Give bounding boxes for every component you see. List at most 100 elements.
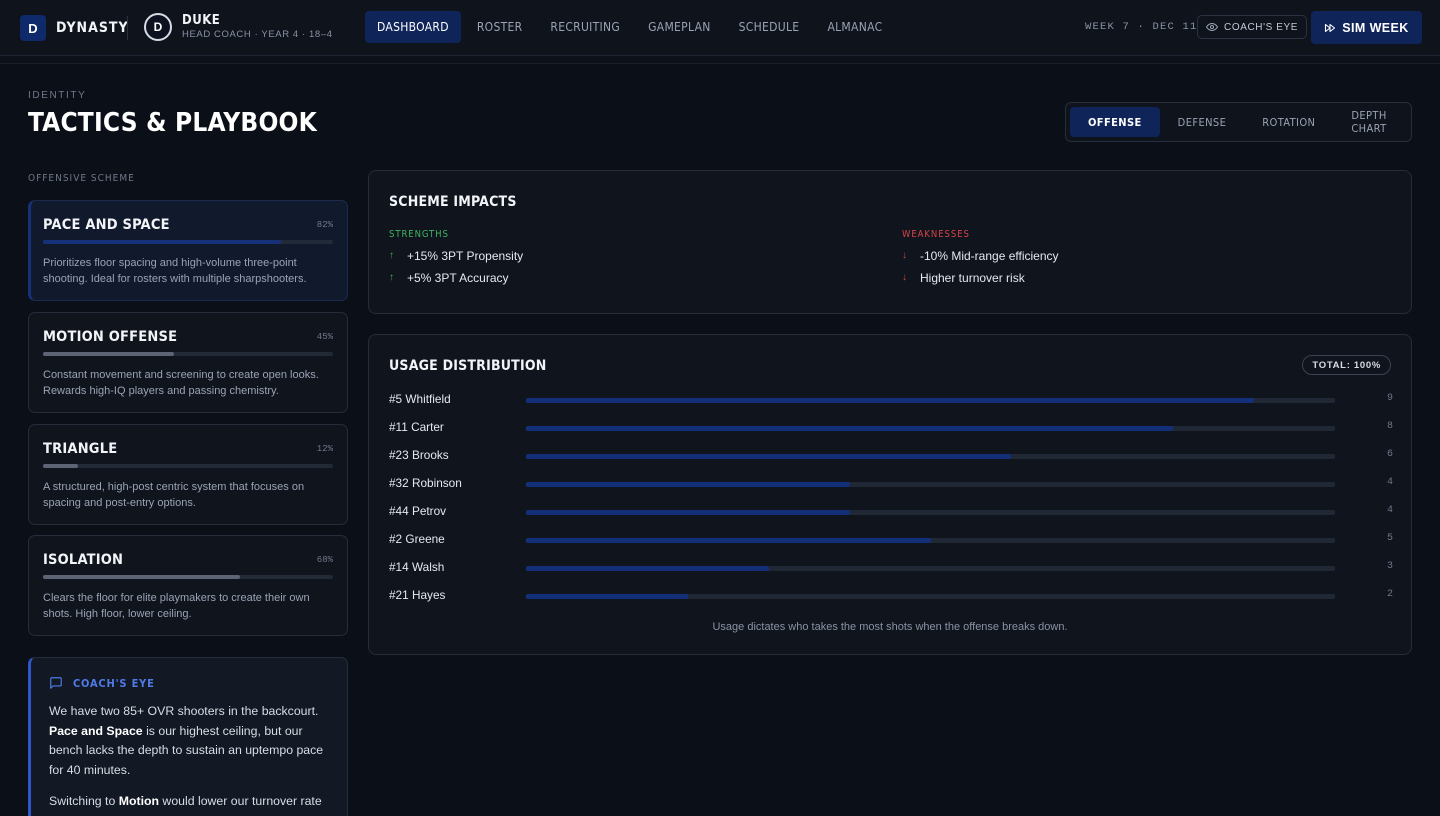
scheme-fit-percent: 12% [316,444,333,454]
strength-item: ↑ +5% 3PT Accuracy [389,270,523,285]
coach-eye-title: COACH'S EYE [73,676,155,690]
coach-eye-text: We have two 85+ OVR shooters in the back… [49,704,319,718]
nav-almanac[interactable]: ALMANAC [815,11,894,43]
player-name: #2 Greene [389,532,445,546]
scheme-name: TRIANGLE [43,441,118,457]
usage-fill [526,594,688,599]
scheme-fit-percent: 45% [316,332,333,342]
brand-logo: D [20,15,46,41]
scheme-name: MOTION OFFENSE [43,329,178,345]
usage-track[interactable] [526,566,1335,571]
player-name: #21 Hayes [389,588,446,602]
usage-row[interactable]: #14 Walsh 3 [389,560,1393,576]
tactics-tabs: OFFENSE DEFENSE ROTATION DEPTH CHART [1065,102,1412,142]
usage-track[interactable] [526,454,1335,459]
usage-distribution-panel: USAGE DISTRIBUTION TOTAL: 100% #5 Whitfi… [368,334,1412,655]
scheme-description: Clears the floor for elite playmakers to… [43,592,310,620]
team-info[interactable]: D DUKE HEAD COACH · YEAR 4 · 18–4 [144,13,333,41]
scheme-section-label: OFFENSIVE SCHEME [28,173,135,184]
usage-track[interactable] [526,510,1335,515]
scheme-card-isolation[interactable]: ISOLATION 68% Clears the floor for elite… [28,535,348,636]
usage-row[interactable]: #23 Brooks 6 [389,448,1393,464]
usage-title: USAGE DISTRIBUTION [389,358,547,374]
usage-track[interactable] [526,426,1335,431]
nav-gameplan[interactable]: GAMEPLAN [636,11,723,43]
nav-roster[interactable]: ROSTER [465,11,535,43]
strengths-column: STRENGTHS ↑ +15% 3PT Propensity ↑ +5% 3PT … [389,229,524,285]
usage-row[interactable]: #32 Robinson 4 [389,476,1393,492]
usage-fill [526,538,931,543]
tab-depth-chart[interactable]: DEPTH CHART [1333,107,1407,137]
scheme-card-pace-and-space[interactable]: PACE AND SPACE 82% Prioritizes floor spa… [28,200,348,301]
player-name: #5 Whitfield [389,392,451,406]
scheme-fit-fill [43,575,241,579]
usage-fill [526,426,1174,431]
scheme-card-triangle[interactable]: TRIANGLE 12% A structured, high-post cen… [28,424,348,525]
usage-footnote: Usage dictates who takes the most shots … [712,621,1068,633]
weaknesses-column: WEAKNESSES ↓ -10% Mid-range efficiency ↓ H… [902,229,1059,285]
weakness-text: -10% Mid-range efficiency [920,248,1059,263]
tab-defense[interactable]: DEFENSE [1160,107,1245,137]
usage-value: 9 [1386,393,1393,404]
arrow-up-icon: ↑ [389,272,394,283]
coach-eye-paragraph: We have two 85+ OVR shooters in the back… [49,702,333,780]
usage-row[interactable]: #2 Greene 5 [389,532,1393,548]
player-name: #14 Walsh [389,560,445,574]
scheme-description: Constant movement and screening to creat… [43,369,319,397]
usage-row[interactable]: #21 Hayes 2 [389,588,1393,604]
usage-track[interactable] [526,538,1335,543]
brand[interactable]: D DYNASTY [20,15,129,41]
player-name: #44 Petrov [389,504,447,518]
scheme-card-motion-offense[interactable]: MOTION OFFENSE 45% Constant movement and… [28,312,348,413]
tab-rotation[interactable]: ROTATION [1244,107,1333,137]
page-eyebrow: IDENTITY [28,90,87,101]
sim-week-button[interactable]: SIM WEEK [1311,11,1422,44]
weakness-item: ↓ Higher turnover risk [902,271,1059,285]
coach-eye-button-label: COACH'S EYE [1224,21,1299,33]
player-name: #11 Carter [389,420,444,434]
main-nav: DASHBOARD ROSTER RECRUITING GAMEPLAN SCH… [365,11,898,43]
scheme-name: PACE AND SPACE [43,217,170,233]
usage-fill [526,566,769,571]
coach-eye-body: We have two 85+ OVR shooters in the back… [49,702,333,812]
coach-eye-text: would lower our turnover rate [159,794,322,808]
strengths-label: STRENGTHS [389,229,449,240]
scheme-fit-bar [43,240,333,244]
strength-text: +5% 3PT Accuracy [407,270,509,285]
usage-row[interactable]: #5 Whitfield 9 [389,392,1393,408]
sim-week-label: SIM WEEK [1342,20,1409,35]
scheme-fit-bar [43,464,333,468]
team-badge: D [144,13,172,41]
usage-track[interactable] [526,594,1335,599]
usage-value: 3 [1386,561,1393,572]
usage-value: 4 [1386,505,1393,516]
arrow-down-icon: ↓ [902,272,907,283]
scheme-fit-fill [43,240,281,244]
page-title: TACTICS & PLAYBOOK [28,108,317,138]
usage-track[interactable] [526,398,1335,403]
usage-total-badge: TOTAL: 100% [1302,355,1391,375]
coach-eye-emphasis: Motion [118,794,160,808]
nav-dashboard[interactable]: DASHBOARD [365,11,461,43]
nav-schedule[interactable]: SCHEDULE [727,11,812,43]
scheme-fit-fill [43,352,174,356]
coach-eye-button[interactable]: COACH'S EYE [1197,15,1308,39]
nav-recruiting[interactable]: RECRUITING [538,11,632,43]
scheme-name: ISOLATION [43,552,124,568]
usage-value: 6 [1386,449,1393,460]
usage-row[interactable]: #44 Petrov 4 [389,504,1393,520]
scheme-impacts-title: SCHEME IMPACTS [389,194,517,210]
scheme-fit-percent: 82% [316,220,333,230]
tab-offense[interactable]: OFFENSE [1070,107,1160,137]
usage-row[interactable]: #11 Carter 8 [389,420,1393,436]
arrow-down-icon: ↓ [902,250,907,261]
arrow-up-icon: ↑ [389,250,394,261]
strength-text: +15% 3PT Propensity [407,248,524,263]
strength-item: ↑ +15% 3PT Propensity [389,248,524,263]
player-name: #23 Brooks [389,448,449,462]
usage-value: 4 [1386,477,1393,488]
scheme-description: A structured, high-post centric system t… [43,481,305,509]
player-name: #32 Robinson [389,476,462,490]
usage-track[interactable] [526,482,1335,487]
divider [127,16,128,40]
